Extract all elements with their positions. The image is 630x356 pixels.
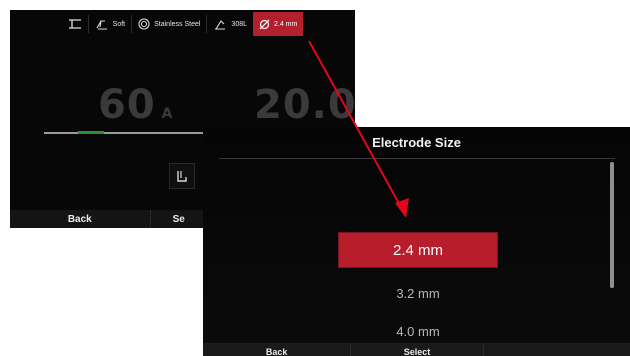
arc-soft-icon xyxy=(96,20,107,30)
material-icon xyxy=(138,18,150,30)
parameter-bar-indicator xyxy=(78,131,104,134)
trigger-mode-button[interactable] xyxy=(169,163,195,189)
status-arc[interactable]: Soft xyxy=(89,12,131,36)
back-button[interactable]: Back xyxy=(10,210,151,228)
front-softkey-bar: Back Select xyxy=(203,343,630,356)
torch-icon xyxy=(68,19,81,29)
back-button-label: Back xyxy=(265,346,288,356)
select-button-label: Select xyxy=(403,346,431,356)
status-bar: Soft Stainless Steel 308L 2.4 mm xyxy=(10,10,355,38)
scrollbar[interactable] xyxy=(610,162,614,288)
diameter-icon xyxy=(259,19,270,29)
voltage-readout: 20.0V xyxy=(254,82,355,128)
select-button[interactable]: Select xyxy=(351,343,484,356)
status-material-label: Stainless Steel xyxy=(154,20,201,28)
dialog-title: Electrode Size xyxy=(372,135,461,150)
current-value: 60 xyxy=(98,82,156,128)
status-diameter[interactable]: 2.4 mm xyxy=(253,12,304,36)
filler-icon xyxy=(215,20,226,30)
status-arc-label: Soft xyxy=(112,20,126,28)
voltage-value: 20.0 xyxy=(254,82,355,128)
status-material[interactable]: Stainless Steel xyxy=(132,12,206,36)
title-divider xyxy=(219,158,615,159)
status-torch[interactable] xyxy=(62,12,88,36)
electrode-size-screen: Electrode Size 2.4 mm 3.2 mm 4.0 mm Back… xyxy=(203,127,630,356)
option-selected[interactable]: 2.4 mm xyxy=(338,232,498,268)
empty-softkey[interactable] xyxy=(483,343,630,356)
status-filler[interactable]: 308L xyxy=(207,12,253,36)
status-filler-label: 308L xyxy=(231,20,247,28)
trigger-mode-icon xyxy=(177,171,187,182)
back-button[interactable]: Back xyxy=(203,343,352,356)
current-unit: A xyxy=(161,106,174,122)
option-item[interactable]: 3.2 mm xyxy=(338,275,498,311)
current-readout: 60 A xyxy=(98,82,174,128)
scrollbar-thumb[interactable] xyxy=(610,162,614,288)
status-diameter-label: 2.4 mm xyxy=(274,20,298,28)
